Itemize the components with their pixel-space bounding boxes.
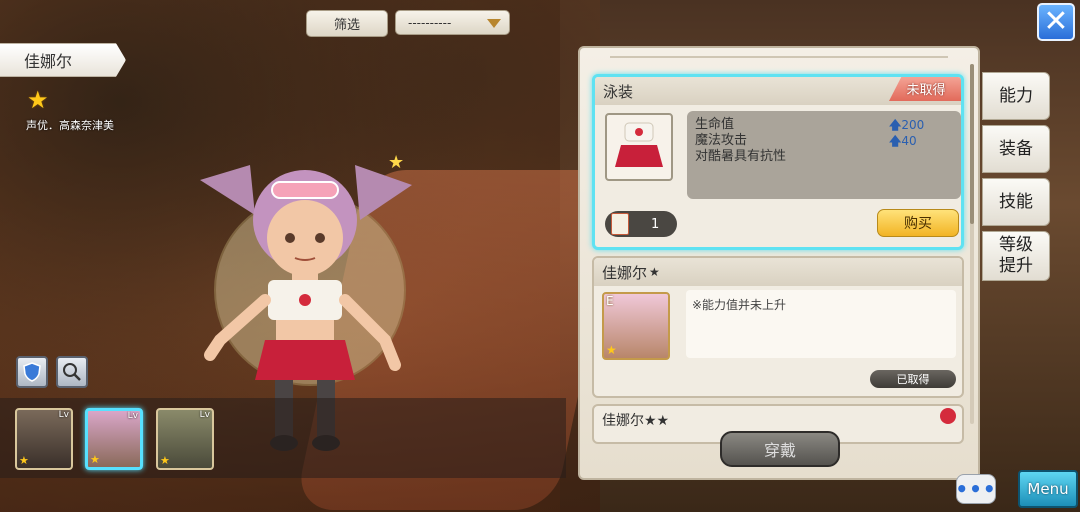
close-button[interactable]: ✕ [1037,3,1075,41]
level-badge: Lv [127,411,138,421]
chevron-down-icon [487,19,501,28]
rarity-star-icon: ★ [27,86,49,114]
tab-equipment[interactable]: 装备 [982,125,1050,173]
default-card-name: 佳娜尔 [602,263,648,282]
tab-skill[interactable]: 技能 [982,178,1050,226]
costume-panel: 泳装 未取得 生命值 魔法攻击 对酷暑具有抗性 🡅200 🡅40 1 购买 佳娜… [578,46,980,480]
search-button[interactable] [56,356,88,388]
chat-icon: ••• [955,477,997,501]
roster-portrait-1[interactable]: Lv ★ [15,408,73,470]
tab-level-up[interactable]: 等级 提升 [982,231,1050,281]
voice-actor-label: 声优．高森奈津美 [26,119,114,132]
costume-card-default[interactable]: 佳娜尔 ★ E ★ ※能力值并未上升 已取得 [592,256,964,398]
stat-value: 40 [901,134,917,148]
obtained-badge: 已取得 [870,370,956,388]
filter-dropdown[interactable]: ---------- [395,10,510,35]
costume-card-swimsuit[interactable]: 泳装 未取得 生命值 魔法攻击 对酷暑具有抗性 🡅200 🡅40 1 购买 [592,74,964,250]
scrollbar-thumb[interactable] [970,64,974,224]
level-badge: Lv [58,410,69,420]
roster-portrait-3[interactable]: Lv ★ [156,408,214,470]
ticket-counter: 1 [605,211,677,237]
star-icon: ★ [90,453,100,466]
character-name-tag: 佳娜尔 [0,43,126,77]
wear-button[interactable]: 穿戴 [720,431,840,467]
close-icon: ✕ [1043,4,1069,39]
default-card-title: 佳娜尔 ★ [594,258,962,286]
tab-ability[interactable]: 能力 [982,72,1050,120]
panel-divider [610,56,948,58]
menu-button[interactable]: Menu [1018,470,1078,508]
stat-value-magic: 🡅40 [889,132,917,153]
costume-stats-box: 生命值 魔法攻击 对酷暑具有抗性 🡅200 🡅40 [687,111,961,199]
arrow-up-icon: 🡅 [889,118,902,132]
star-icon: ★ [606,343,617,357]
arrow-up-icon: 🡅 [889,134,902,148]
star-icon: ★ [19,454,29,467]
ticket-icon [611,213,629,235]
level-badge: Lv [199,410,210,420]
default-card-note: ※能力值并未上升 [686,290,956,358]
partial-card-title: 佳娜尔★★ [602,413,670,429]
grade-badge: E [606,294,614,308]
svg-text:★: ★ [388,152,404,173]
alert-icon [940,408,956,424]
star-icon: ★ [160,454,170,467]
costume-thumbnail[interactable] [605,113,673,181]
filter-button[interactable]: 筛选 [306,10,388,37]
default-costume-thumbnail[interactable]: E ★ [602,292,670,360]
stat-value: 200 [901,118,925,132]
buy-button[interactable]: 购买 [877,209,959,237]
shield-icon [23,362,41,382]
star-icon: ★ [649,265,660,279]
roster-portrait-2[interactable]: Lv ★ [85,408,143,470]
chat-button[interactable]: ••• [955,474,997,504]
ticket-count: 1 [651,216,660,232]
shield-button[interactable] [16,356,48,388]
swimsuit-icon [615,122,663,167]
filter-dropdown-value: ---------- [408,15,452,30]
search-icon [63,363,81,381]
